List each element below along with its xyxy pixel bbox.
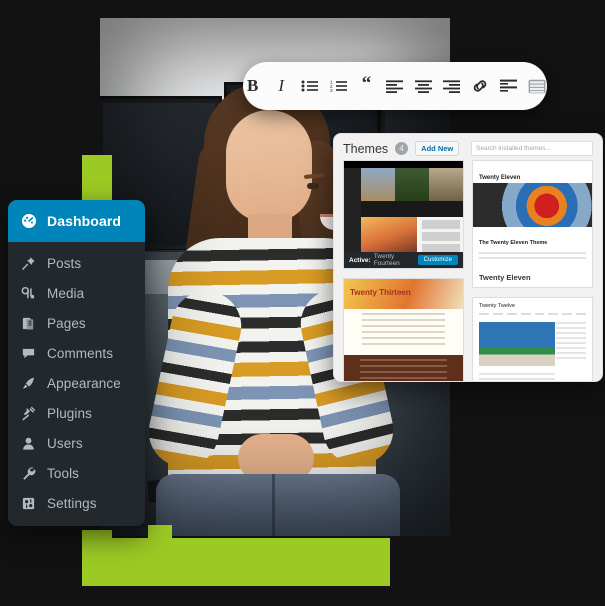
search-themes-input[interactable]: Search installed themes... bbox=[471, 141, 593, 156]
numbered-list-button[interactable]: 123 bbox=[328, 76, 347, 96]
sidebar-item-label: Users bbox=[47, 435, 83, 451]
insert-link-button[interactable] bbox=[471, 76, 490, 96]
theme-screenshot: Twenty Twelve bbox=[473, 298, 592, 381]
jeans bbox=[156, 474, 400, 536]
green-accent-bar bbox=[82, 538, 390, 586]
themes-header: Themes 4 Add New Search installed themes… bbox=[334, 134, 602, 160]
wp-admin-sidebar: Dashboard Posts Media Pages Comments App… bbox=[8, 200, 145, 526]
sidebar-item-label: Comments bbox=[47, 345, 114, 361]
theme-active-bar: Active: Twenty Fourteen Customize bbox=[344, 252, 463, 268]
themes-panel: Themes 4 Add New Search installed themes… bbox=[333, 133, 603, 382]
sidebar-item-label: Pages bbox=[47, 315, 86, 331]
blockquote-button[interactable]: “ bbox=[357, 73, 376, 99]
sidebar-item-plugins[interactable]: Plugins bbox=[8, 398, 145, 428]
theme-shot-title: Twenty Thirteen bbox=[350, 288, 411, 297]
themes-grid: Active: Twenty Fourteen Customize Twenty… bbox=[334, 160, 602, 381]
bold-button[interactable]: B bbox=[243, 76, 262, 96]
theme-card-twenty-twelve[interactable]: Twenty Twelve Twenty Twelve bbox=[472, 297, 593, 381]
sidebar-item-pages[interactable]: Pages bbox=[8, 308, 145, 338]
dashboard-icon bbox=[20, 213, 37, 230]
green-accent-tab bbox=[148, 525, 172, 539]
theme-screenshot: Twenty Thirteen bbox=[344, 279, 463, 381]
sidebar-item-label: Posts bbox=[47, 255, 82, 271]
theme-card-twenty-thirteen[interactable]: Twenty Thirteen Twenty Thirteen bbox=[343, 278, 464, 381]
theme-shot-title: Twenty Eleven bbox=[479, 175, 521, 181]
customize-button[interactable]: Customize bbox=[417, 255, 458, 265]
scene-background: Dashboard Posts Media Pages Comments App… bbox=[0, 0, 605, 606]
theme-shot-article-title: The Twenty Eleven Theme bbox=[479, 240, 548, 246]
sidebar-item-comments[interactable]: Comments bbox=[8, 338, 145, 368]
theme-card-caption: Twenty Eleven bbox=[479, 273, 531, 282]
bulleted-list-button[interactable] bbox=[300, 76, 319, 96]
page-title: Themes bbox=[343, 141, 389, 156]
active-theme-name: Twenty Fourteen bbox=[373, 253, 400, 267]
theme-card-twenty-fourteen[interactable]: Active: Twenty Fourteen Customize bbox=[343, 160, 464, 269]
plug-icon bbox=[20, 405, 37, 422]
italic-button[interactable]: I bbox=[271, 76, 290, 96]
settings-icon bbox=[20, 495, 37, 512]
sidebar-item-label: Dashboard bbox=[47, 213, 122, 229]
pages-icon bbox=[20, 315, 37, 332]
align-center-button[interactable] bbox=[414, 76, 433, 96]
sidebar-item-appearance[interactable]: Appearance bbox=[8, 368, 145, 398]
sidebar-item-label: Settings bbox=[47, 495, 97, 511]
user-icon bbox=[20, 435, 37, 452]
sidebar-item-label: Appearance bbox=[47, 375, 121, 391]
svg-text:3: 3 bbox=[330, 88, 333, 93]
sidebar-item-label: Tools bbox=[47, 465, 80, 481]
theme-shot-title: Twenty Twelve bbox=[479, 303, 515, 309]
themes-column-left: Active: Twenty Fourteen Customize Twenty… bbox=[343, 160, 464, 381]
theme-screenshot: Active: Twenty Fourteen Customize bbox=[344, 161, 463, 268]
sidebar-item-users[interactable]: Users bbox=[8, 428, 145, 458]
paintbrush-icon bbox=[20, 375, 37, 392]
active-label: Active: bbox=[349, 256, 371, 264]
wrench-icon bbox=[20, 465, 37, 482]
theme-card-twenty-eleven[interactable]: Twenty Eleven The Twenty Eleven Theme Tw… bbox=[472, 160, 593, 288]
face bbox=[226, 110, 359, 230]
read-more-button[interactable] bbox=[499, 76, 518, 96]
comment-icon bbox=[20, 345, 37, 362]
kitchen-sink-button[interactable] bbox=[528, 76, 547, 96]
themes-count-badge: 4 bbox=[395, 142, 409, 155]
pin-icon bbox=[20, 255, 37, 272]
sidebar-item-label: Plugins bbox=[47, 405, 92, 421]
align-left-button[interactable] bbox=[385, 76, 404, 96]
align-right-button[interactable] bbox=[442, 76, 461, 96]
sidebar-item-dashboard[interactable]: Dashboard bbox=[8, 200, 145, 242]
sidebar-item-label: Media bbox=[47, 285, 85, 301]
media-icon bbox=[20, 285, 37, 302]
add-new-theme-button[interactable]: Add New bbox=[415, 141, 460, 156]
eye-left bbox=[307, 183, 319, 189]
sidebar-item-tools[interactable]: Tools bbox=[8, 458, 145, 488]
themes-column-right: Twenty Eleven The Twenty Eleven Theme Tw… bbox=[472, 160, 593, 381]
theme-screenshot: Twenty Eleven The Twenty Eleven Theme bbox=[473, 161, 592, 268]
sidebar-item-posts[interactable]: Posts bbox=[8, 248, 145, 278]
editor-toolbar: B I 123 “ bbox=[243, 62, 547, 110]
sidebar-item-settings[interactable]: Settings bbox=[8, 488, 145, 518]
sidebar-item-media[interactable]: Media bbox=[8, 278, 145, 308]
